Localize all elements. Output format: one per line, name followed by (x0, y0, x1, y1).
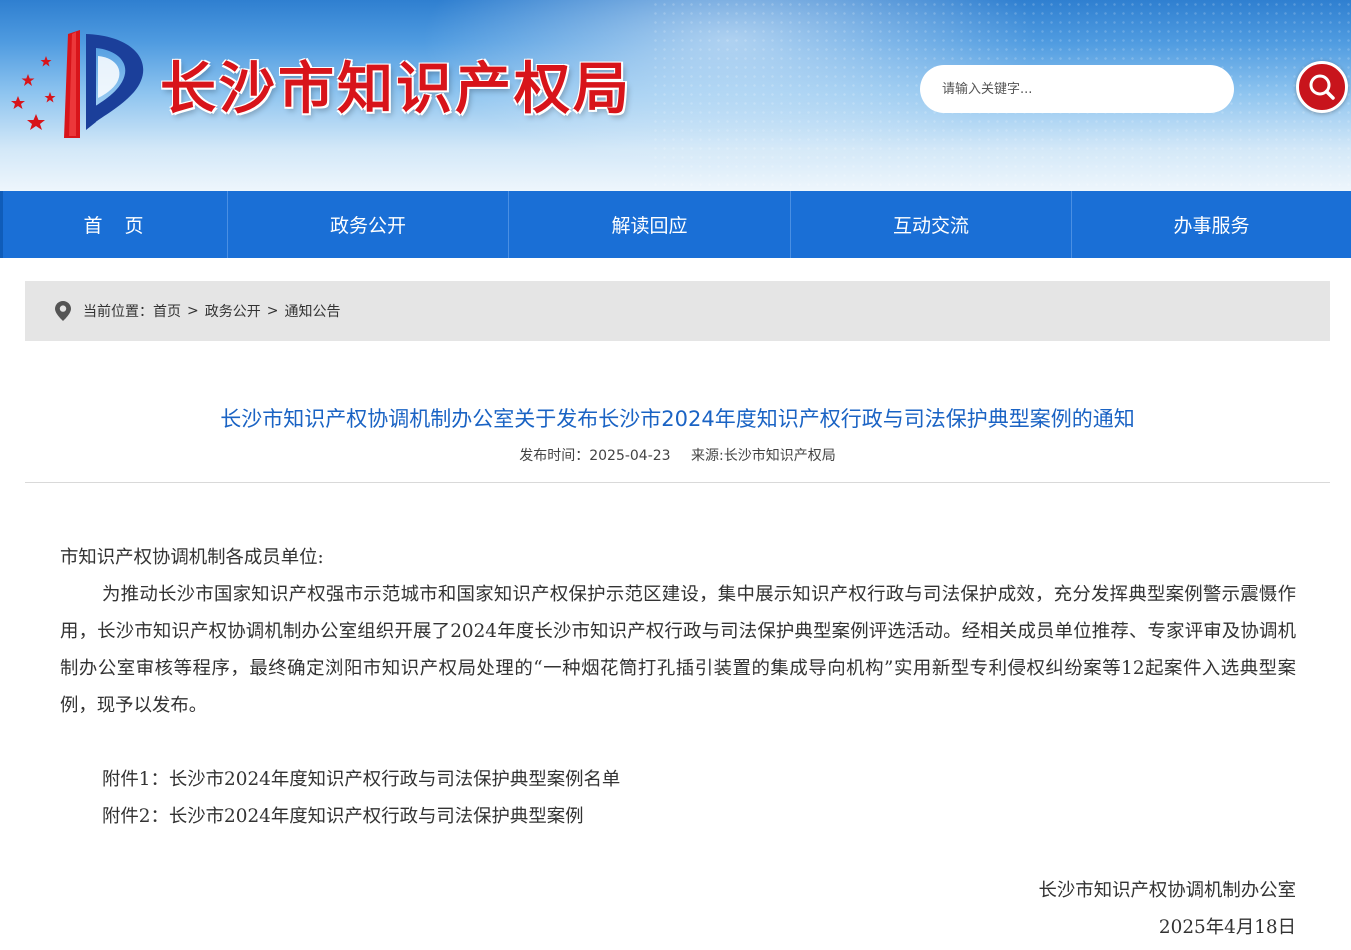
sign-date: 2025年4月18日 (1158, 917, 1296, 938)
salutation: 市知识产权协调机制各成员单位: (60, 547, 324, 568)
site-title: 长沙市知识产权局 (160, 57, 632, 122)
search-button[interactable] (1296, 61, 1348, 113)
body-paragraph: 为推动长沙市国家知识产权强市示范城市和国家知识产权保护示范区建设，集中展示知识产… (60, 584, 1296, 716)
nav-left-edge (0, 191, 3, 258)
header-banner: 长沙市知识产权局 (0, 0, 1351, 191)
nav-item-services[interactable]: 办事服务 (1072, 191, 1351, 258)
location-pin-icon (55, 301, 71, 321)
main-nav: 首页 政务公开 解读回应 互动交流 办事服务 (0, 191, 1351, 258)
nav-item-interaction[interactable]: 互动交流 (791, 191, 1072, 258)
article-title: 长沙市知识产权协调机制办公室关于发布长沙市2024年度知识产权行政与司法保护典型… (220, 407, 1135, 431)
breadcrumb-home-link[interactable]: 首页 (153, 301, 181, 321)
search-input[interactable] (920, 65, 1234, 113)
breadcrumb-separator: > (266, 303, 279, 319)
article-meta: 发布时间：2025-04-23 来源:长沙市知识产权局 (25, 444, 1330, 468)
attachment-link-1[interactable]: 附件1：长沙市2024年度知识产权行政与司法保护典型案例名单 (60, 761, 1296, 798)
search-icon (1309, 74, 1335, 100)
breadcrumb-notice-link[interactable]: 通知公告 (284, 301, 340, 321)
nav-item-home[interactable]: 首页 (0, 191, 228, 258)
nav-item-government-affairs[interactable]: 政务公开 (228, 191, 509, 258)
breadcrumb-government-link[interactable]: 政务公开 (205, 301, 261, 321)
nav-item-interpretation[interactable]: 解读回应 (509, 191, 791, 258)
article-source: 来源:长沙市知识产权局 (691, 448, 836, 464)
breadcrumb-prefix: 当前位置： (83, 304, 153, 320)
ip-emblem-icon[interactable] (6, 26, 156, 142)
breadcrumb: 当前位置： 首页 > 政务公开 > 通知公告 (25, 281, 1330, 341)
signature: 长沙市知识产权协调机制办公室 (1038, 880, 1296, 901)
article-body: 市知识产权协调机制各成员单位: 为推动长沙市国家知识产权强市示范城市和国家知识产… (60, 539, 1296, 946)
attachment-link-2[interactable]: 附件2：长沙市2024年度知识产权行政与司法保护典型案例 (60, 798, 1296, 835)
publish-time: 发布时间：2025-04-23 (519, 448, 671, 464)
title-divider (25, 482, 1330, 483)
breadcrumb-separator: > (187, 303, 199, 319)
